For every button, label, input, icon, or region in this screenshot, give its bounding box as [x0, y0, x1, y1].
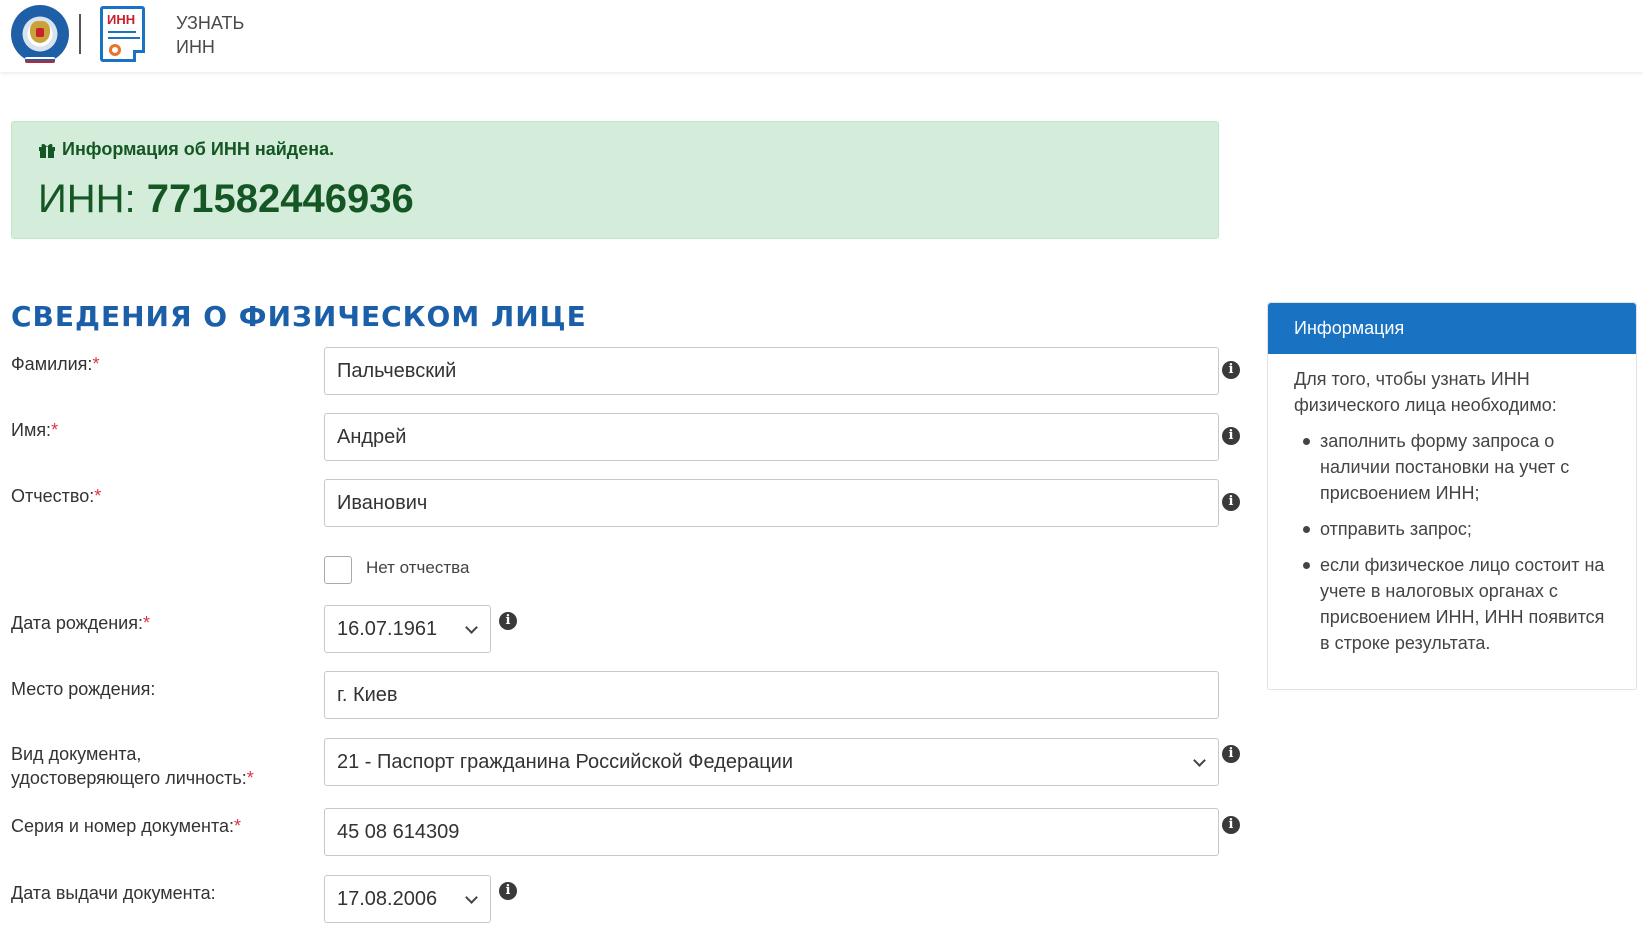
doc-type-label-line2: удостоверяющего личность:	[11, 768, 247, 788]
required-mark: *	[92, 354, 100, 374]
info-icon[interactable]: i	[499, 612, 517, 630]
doc-type-value: 21 - Паспорт гражданина Российской Федер…	[337, 751, 794, 773]
service-title[interactable]: УЗНАТЬ ИНН	[176, 11, 266, 59]
doc-number-label-text: Серия и номер документа:	[11, 816, 234, 836]
surname-label-text: Фамилия:	[11, 354, 93, 374]
alert-message-text: Информация об ИНН найдена.	[62, 139, 335, 159]
list-item: отправить запрос;	[1294, 516, 1612, 542]
info-icon[interactable]: i	[1222, 493, 1240, 511]
patronymic-input[interactable]: Иванович	[324, 479, 1219, 527]
birth-date-label-text: Дата рождения:	[11, 613, 143, 633]
fns-emblem-icon[interactable]	[11, 5, 69, 63]
required-mark: *	[234, 816, 242, 836]
success-alert: Информация об ИНН найдена. ИНН: 77158244…	[11, 121, 1219, 239]
info-panel-title: Информация	[1268, 303, 1636, 354]
name-input[interactable]: Андрей	[324, 413, 1219, 461]
page-fold	[133, 50, 145, 62]
no-patronymic-checkbox[interactable]	[324, 556, 352, 584]
alert-message: Информация об ИНН найдена.	[38, 139, 334, 160]
chevron-down-icon	[465, 621, 478, 634]
inn-document-icon-label: ИНН	[107, 12, 136, 27]
header-divider	[79, 14, 81, 54]
patronymic-label-text: Отчество:	[11, 486, 95, 506]
flag-icon	[25, 57, 55, 63]
inn-document-icon[interactable]: ИНН	[100, 6, 145, 62]
inn-value[interactable]: 771582446936	[147, 177, 414, 221]
surname-label: Фамилия:*	[11, 352, 99, 376]
gear-icon	[109, 44, 121, 56]
no-patronymic-label[interactable]: Нет отчества	[366, 558, 469, 578]
info-panel-list: заполнить форму запроса о наличии постан…	[1294, 428, 1612, 656]
doc-type-label-line1: Вид документа,	[11, 744, 142, 764]
gift-icon	[38, 142, 56, 158]
birth-place-label: Место рождения:	[11, 679, 156, 699]
list-item: если физическое лицо состоит на учете в …	[1294, 552, 1612, 656]
required-mark: *	[94, 486, 102, 506]
birth-date-label: Дата рождения:*	[11, 611, 150, 635]
info-icon[interactable]: i	[499, 882, 517, 900]
name-label: Имя:*	[11, 418, 58, 442]
name-label-text: Имя:	[11, 420, 52, 440]
inn-label: ИНН:	[38, 177, 136, 221]
info-icon[interactable]: i	[1222, 361, 1240, 379]
info-panel: Информация Для того, чтобы узнать ИНН фи…	[1267, 302, 1637, 690]
inn-result: ИНН: 771582446936	[38, 174, 414, 224]
required-mark: *	[142, 613, 150, 633]
doc-number-label: Серия и номер документа:*	[11, 814, 241, 838]
info-icon[interactable]: i	[1222, 816, 1240, 834]
patronymic-label: Отчество:*	[11, 484, 101, 508]
info-icon[interactable]: i	[1222, 427, 1240, 445]
doc-date-value: 17.08.2006	[337, 888, 438, 910]
doc-type-label: Вид документа, удостоверяющего личность:…	[11, 742, 254, 790]
info-panel-body: Для того, чтобы узнать ИНН физического л…	[1268, 354, 1636, 656]
section-title: СВЕДЕНИЯ О ФИЗИЧЕСКОМ ЛИЦЕ	[11, 300, 587, 333]
doc-type-select[interactable]: 21 - Паспорт гражданина Российской Федер…	[324, 738, 1219, 786]
service-title-line2: ИНН	[176, 37, 215, 57]
birth-date-value: 16.07.1961	[337, 618, 438, 640]
chevron-down-icon	[465, 891, 478, 904]
info-panel-intro: Для того, чтобы узнать ИНН физического л…	[1294, 369, 1557, 415]
doc-number-input[interactable]: 45 08 614309	[324, 808, 1219, 856]
doc-line	[108, 31, 136, 33]
site-header: ИНН УЗНАТЬ ИНН	[0, 0, 1643, 72]
eagle-icon	[30, 21, 50, 43]
doc-date-picker[interactable]: 17.08.2006	[324, 875, 491, 923]
surname-input[interactable]: Пальчевский	[324, 347, 1219, 395]
birth-date-picker[interactable]: 16.07.1961	[324, 605, 491, 653]
list-item: заполнить форму запроса о наличии постан…	[1294, 428, 1612, 506]
doc-date-label: Дата выдачи документа:	[11, 883, 216, 903]
info-icon[interactable]: i	[1222, 745, 1240, 763]
birth-place-input[interactable]: г. Киев	[324, 671, 1219, 719]
required-mark: *	[246, 768, 254, 788]
doc-line	[108, 37, 140, 39]
service-title-line1: УЗНАТЬ	[176, 13, 245, 33]
required-mark: *	[51, 420, 59, 440]
chevron-down-icon	[1193, 754, 1206, 767]
